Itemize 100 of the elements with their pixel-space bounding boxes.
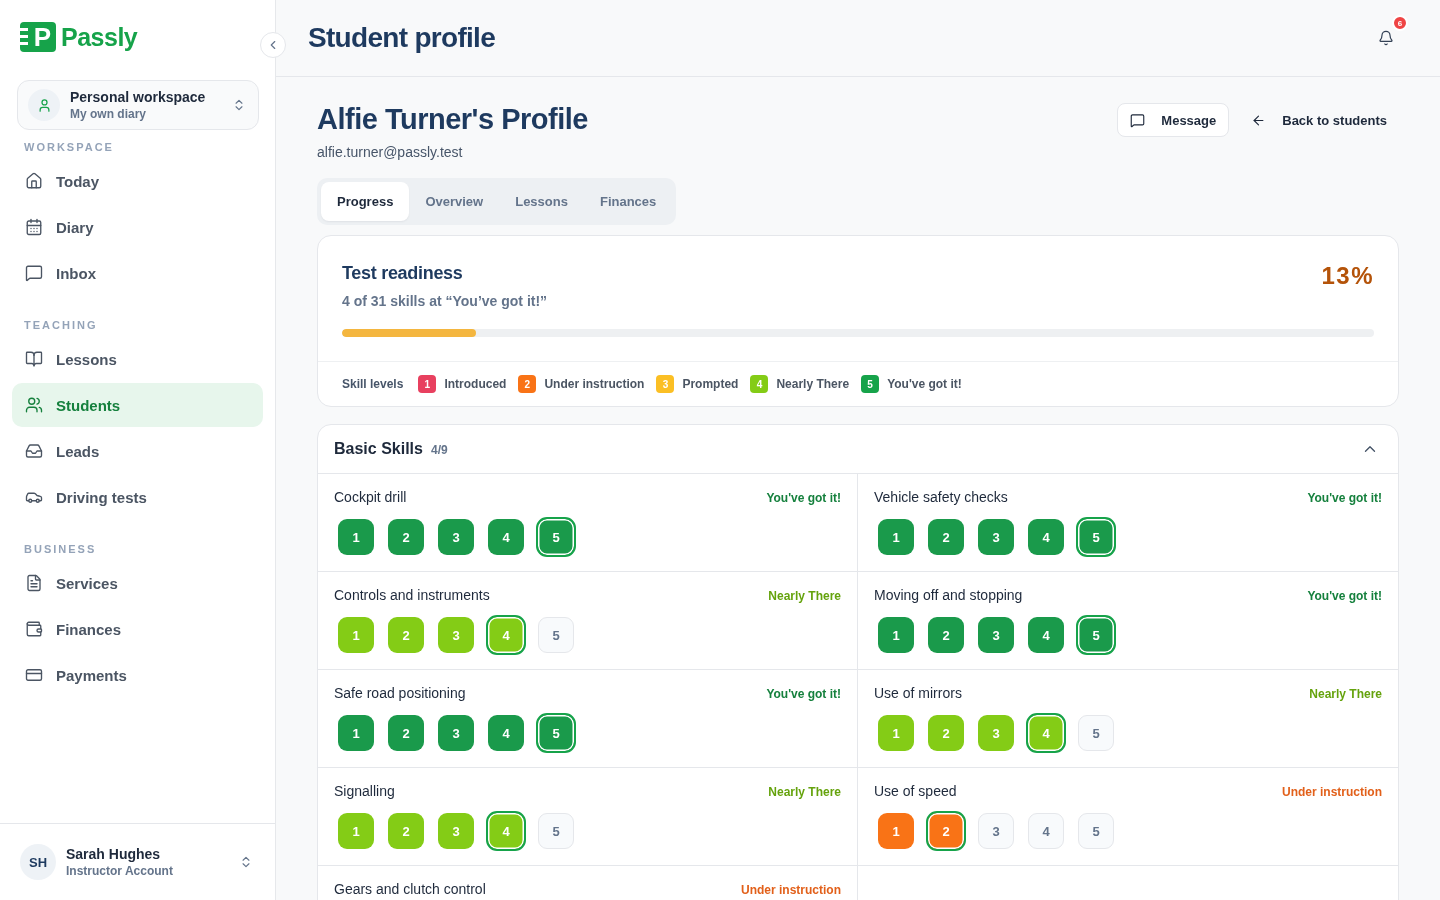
legend-label: Prompted bbox=[682, 377, 739, 391]
skill-status: Under instruction bbox=[1282, 784, 1382, 799]
nav-item[interactable]: Today bbox=[12, 159, 263, 203]
account-switcher[interactable]: SH Sarah Hughes Instructor Account bbox=[20, 844, 253, 880]
skill-level-button[interactable]: 4 bbox=[488, 715, 524, 751]
back-link-button[interactable]: Back to students bbox=[1239, 103, 1399, 137]
readiness-percent: 13% bbox=[1321, 262, 1374, 290]
skill-level-button[interactable]: 5 bbox=[1078, 715, 1114, 751]
level-badge: 2 bbox=[518, 375, 537, 393]
tab[interactable]: Progress bbox=[321, 182, 410, 221]
skill-level-button[interactable]: 2 bbox=[926, 811, 966, 851]
skill-level-button[interactable]: 2 bbox=[388, 715, 424, 751]
speech-bubble-icon bbox=[25, 264, 43, 282]
skill-level-button[interactable]: 3 bbox=[978, 617, 1014, 653]
skill-level-button[interactable]: 2 bbox=[388, 617, 424, 653]
section-label: WORKSPACE bbox=[24, 141, 114, 153]
skill-level-button[interactable]: 1 bbox=[338, 519, 374, 555]
group-count: 4/9 bbox=[430, 443, 448, 457]
wallet-icon bbox=[25, 620, 43, 638]
section-label: BUSINESS bbox=[24, 543, 97, 555]
skill-level-button[interactable]: 1 bbox=[338, 715, 374, 751]
nav-item[interactable]: Diary bbox=[12, 205, 263, 249]
skill-level-button[interactable]: 1 bbox=[878, 519, 914, 555]
readiness-summary: 4 of 31 skills at “You’ve got it!” bbox=[342, 293, 548, 309]
skill-level-button[interactable]: 4 bbox=[486, 811, 526, 851]
skill-level-button[interactable]: 1 bbox=[338, 813, 374, 849]
tab[interactable]: Finances bbox=[583, 182, 673, 221]
legend-label: Introduced bbox=[444, 377, 507, 391]
skill-level-button[interactable]: 3 bbox=[978, 715, 1014, 751]
group-title: Basic Skills bbox=[334, 440, 423, 458]
legend-label: You've got it! bbox=[887, 377, 962, 391]
skill-level-button[interactable]: 2 bbox=[928, 715, 964, 751]
nav-item[interactable]: Leads bbox=[12, 429, 263, 473]
skill-level-button[interactable]: 4 bbox=[1028, 617, 1064, 653]
skill-level-button[interactable]: 5 bbox=[536, 713, 576, 753]
card-title: Test readiness bbox=[342, 262, 464, 284]
page-title: Student profile bbox=[308, 22, 496, 54]
nav-item[interactable]: Students bbox=[12, 383, 263, 427]
skill-status: You've got it! bbox=[1307, 490, 1382, 505]
skill-name: Use of mirrors bbox=[874, 685, 962, 702]
skill-level-button[interactable]: 2 bbox=[928, 617, 964, 653]
skill-name: Vehicle safety checks bbox=[874, 489, 1008, 506]
profile-name: Alfie Turner's Profile bbox=[317, 102, 588, 136]
skill-level-button[interactable]: 2 bbox=[388, 519, 424, 555]
credit-card-icon bbox=[25, 666, 43, 684]
skill-level-button[interactable]: 5 bbox=[1078, 813, 1114, 849]
skill-level-button[interactable]: 1 bbox=[338, 617, 374, 653]
initials-avatar: SH bbox=[20, 844, 56, 880]
skill-level-button[interactable]: 4 bbox=[1026, 713, 1066, 753]
skill-level-button[interactable]: 5 bbox=[538, 617, 574, 653]
skill-level-button[interactable]: 1 bbox=[878, 813, 914, 849]
skill-level-button[interactable]: 4 bbox=[1028, 813, 1064, 849]
nav-item[interactable]: Driving tests bbox=[12, 475, 263, 519]
skill-status: You've got it! bbox=[766, 490, 841, 505]
skill-level-button[interactable]: 4 bbox=[488, 519, 524, 555]
legend-label: Under instruction bbox=[544, 377, 645, 391]
skill-level-button[interactable]: 3 bbox=[978, 813, 1014, 849]
nav-item[interactable]: Payments bbox=[12, 653, 263, 697]
tab[interactable]: Overview bbox=[409, 182, 500, 221]
skill-status: You've got it! bbox=[1307, 588, 1382, 603]
house-icon bbox=[25, 172, 43, 190]
skill-level-button[interactable]: 5 bbox=[536, 517, 576, 557]
skill-level-button[interactable]: 3 bbox=[978, 519, 1014, 555]
legend-label: Nearly There bbox=[776, 377, 850, 391]
nav-item[interactable]: Inbox bbox=[12, 251, 263, 295]
nav-item[interactable]: Finances bbox=[12, 607, 263, 651]
skill-name: Controls and instruments bbox=[334, 587, 490, 604]
skill-level-button[interactable]: 4 bbox=[486, 615, 526, 655]
skill-status: You've got it! bbox=[766, 686, 841, 701]
document-icon bbox=[25, 574, 43, 592]
level-badge: 4 bbox=[750, 375, 769, 393]
level-badge: 5 bbox=[861, 375, 880, 393]
skill-name: Signalling bbox=[334, 783, 395, 800]
tab[interactable]: Lessons bbox=[499, 182, 584, 221]
skill-status: Under instruction bbox=[741, 882, 841, 897]
skill-level-button[interactable]: 1 bbox=[878, 715, 914, 751]
skill-level-button[interactable]: 1 bbox=[878, 617, 914, 653]
nav-item[interactable]: Services bbox=[12, 561, 263, 605]
logo-mark: P bbox=[20, 22, 56, 52]
skill-level-button[interactable]: 4 bbox=[1028, 519, 1064, 555]
skill-level-button[interactable]: 3 bbox=[438, 617, 474, 653]
skill-name: Use of speed bbox=[874, 783, 957, 800]
workspace-switcher[interactable]: Personal workspace My own diary bbox=[17, 80, 259, 130]
skill-level-button[interactable]: 5 bbox=[1076, 517, 1116, 557]
message-button[interactable]: Message bbox=[1117, 103, 1230, 137]
skill-level-button[interactable]: 2 bbox=[928, 519, 964, 555]
people-icon bbox=[25, 396, 43, 414]
legend-title: Skill levels bbox=[342, 377, 404, 391]
section-label: TEACHING bbox=[24, 319, 98, 331]
skill-status: Nearly There bbox=[1309, 686, 1382, 701]
skill-level-button[interactable]: 5 bbox=[538, 813, 574, 849]
nav-item[interactable]: Lessons bbox=[12, 337, 263, 381]
level-badge: 3 bbox=[656, 375, 675, 393]
skill-level-button[interactable]: 5 bbox=[1076, 615, 1116, 655]
skill-level-button[interactable]: 3 bbox=[438, 715, 474, 751]
skill-level-button[interactable]: 3 bbox=[438, 519, 474, 555]
notification-count-badge: 6 bbox=[1392, 15, 1408, 31]
skill-name: Safe road positioning bbox=[334, 685, 466, 702]
skill-level-button[interactable]: 3 bbox=[438, 813, 474, 849]
skill-level-button[interactable]: 2 bbox=[388, 813, 424, 849]
